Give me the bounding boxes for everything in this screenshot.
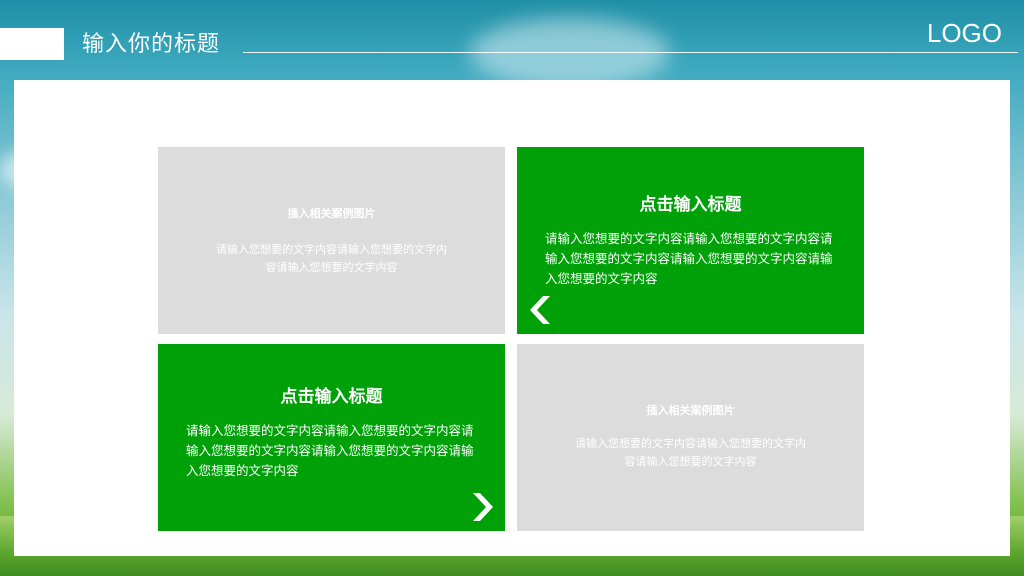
chevron-right-icon[interactable]: [472, 491, 500, 523]
image-placeholder-card[interactable]: 插入相关案例图片 请输入您想要的文字内容请输入您想要的文字内容请输入您想要的文字…: [158, 147, 505, 334]
logo: LOGO: [926, 18, 1002, 48]
image-placeholder-description: 请输入您想要的文字内容请输入您想要的文字内容请输入您想要的文字内容: [216, 243, 447, 274]
card-title[interactable]: 点击输入标题: [158, 382, 505, 407]
page-title[interactable]: 输入你的标题: [82, 26, 220, 58]
header-accent-bar: [0, 28, 64, 60]
content-panel: 插入相关案例图片 请输入您想要的文字内容请输入您想要的文字内容请输入您想要的文字…: [14, 80, 1010, 556]
image-placeholder-label: 插入相关案例图片: [646, 404, 735, 417]
image-placeholder-label: 插入相关案例图片: [287, 207, 376, 220]
card-title[interactable]: 点击输入标题: [517, 190, 864, 215]
image-placeholder-card[interactable]: 插入相关案例图片 请输入您想要的文字内容请输入您想要的文字内容请输入您想要的文字…: [517, 344, 864, 531]
feature-card[interactable]: 点击输入标题 请输入您想要的文字内容请输入您想要的文字内容请输入您想要的文字内容…: [158, 344, 505, 531]
background-cloud: [470, 18, 670, 88]
feature-card[interactable]: 点击输入标题 请输入您想要的文字内容请输入您想要的文字内容请输入您想要的文字内容…: [517, 147, 864, 334]
image-placeholder-description: 请输入您想要的文字内容请输入您想要的文字内容请输入您想要的文字内容: [575, 437, 806, 468]
header-divider: [243, 52, 1018, 53]
card-body[interactable]: 请输入您想要的文字内容请输入您想要的文字内容请输入您想要的文字内容请输入您想要的…: [186, 421, 476, 481]
chevron-left-icon[interactable]: [523, 294, 551, 326]
card-body[interactable]: 请输入您想要的文字内容请输入您想要的文字内容请输入您想要的文字内容请输入您想要的…: [545, 229, 835, 289]
